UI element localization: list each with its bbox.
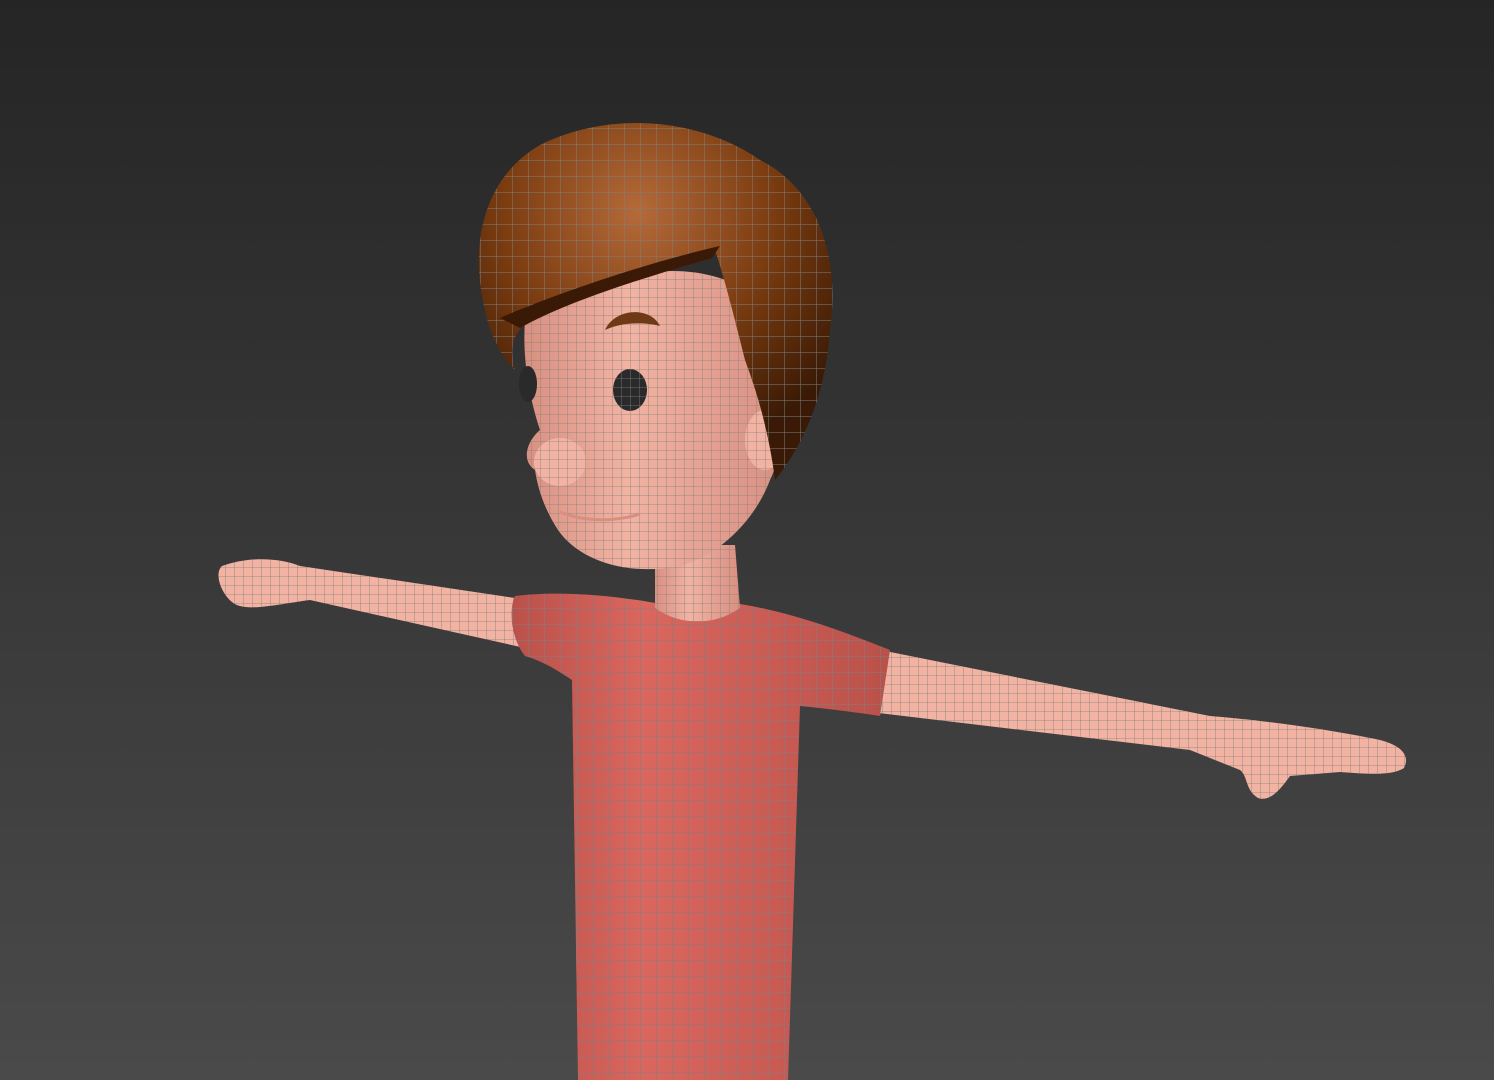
3d-viewport[interactable] xyxy=(0,0,1494,1080)
right-eye-wire xyxy=(613,369,647,411)
left-eye xyxy=(519,366,537,402)
viewport-canvas xyxy=(0,0,1494,1080)
nose-wire xyxy=(534,438,586,486)
